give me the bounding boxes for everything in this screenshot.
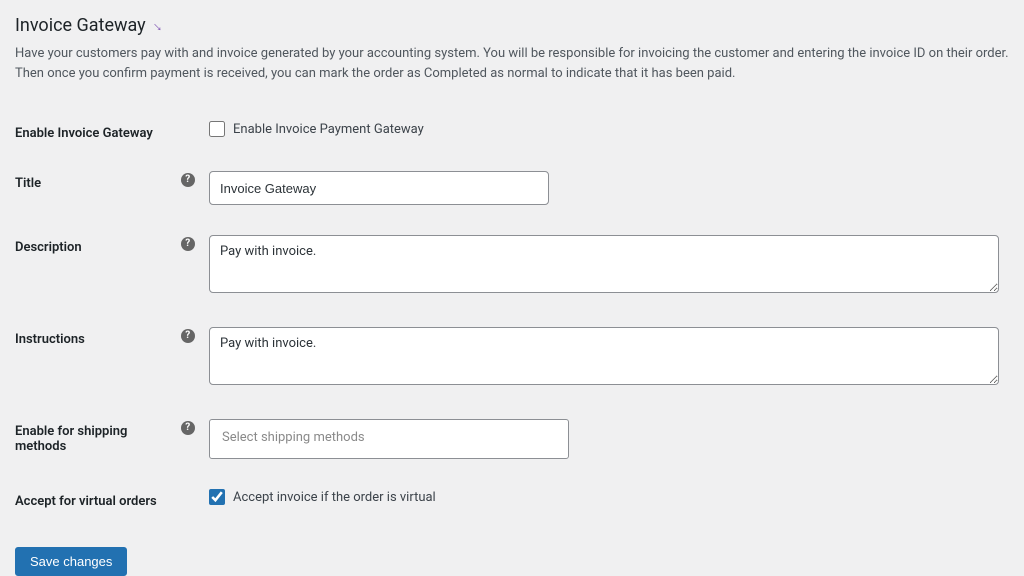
title-label: Title: [15, 161, 181, 225]
page-title: Invoice Gateway: [15, 15, 146, 36]
shipping-methods-select[interactable]: Select shipping methods: [209, 419, 569, 459]
virtual-orders-label: Accept for virtual orders: [15, 479, 181, 529]
description-label: Description: [15, 225, 181, 317]
instructions-label: Instructions: [15, 317, 181, 409]
shipping-methods-label: Enable for shipping methods: [15, 409, 181, 479]
title-input[interactable]: [209, 171, 549, 205]
save-button[interactable]: Save changes: [15, 547, 127, 576]
instructions-textarea[interactable]: Pay with invoice.: [209, 327, 999, 385]
virtual-orders-checkbox-label: Accept invoice if the order is virtual: [233, 490, 436, 505]
enable-gateway-checkbox-label: Enable Invoice Payment Gateway: [233, 122, 424, 137]
intro-description: Have your customers pay with and invoice…: [15, 44, 1009, 83]
enable-gateway-label: Enable Invoice Gateway: [15, 111, 181, 161]
help-icon[interactable]: ?: [181, 237, 195, 251]
enable-gateway-checkbox[interactable]: [209, 121, 225, 137]
return-arrow-icon[interactable]: →: [148, 15, 170, 37]
description-textarea[interactable]: Pay with invoice.: [209, 235, 999, 293]
help-icon[interactable]: ?: [181, 421, 195, 435]
help-icon[interactable]: ?: [181, 173, 195, 187]
help-icon[interactable]: ?: [181, 329, 195, 343]
virtual-orders-checkbox[interactable]: [209, 489, 225, 505]
